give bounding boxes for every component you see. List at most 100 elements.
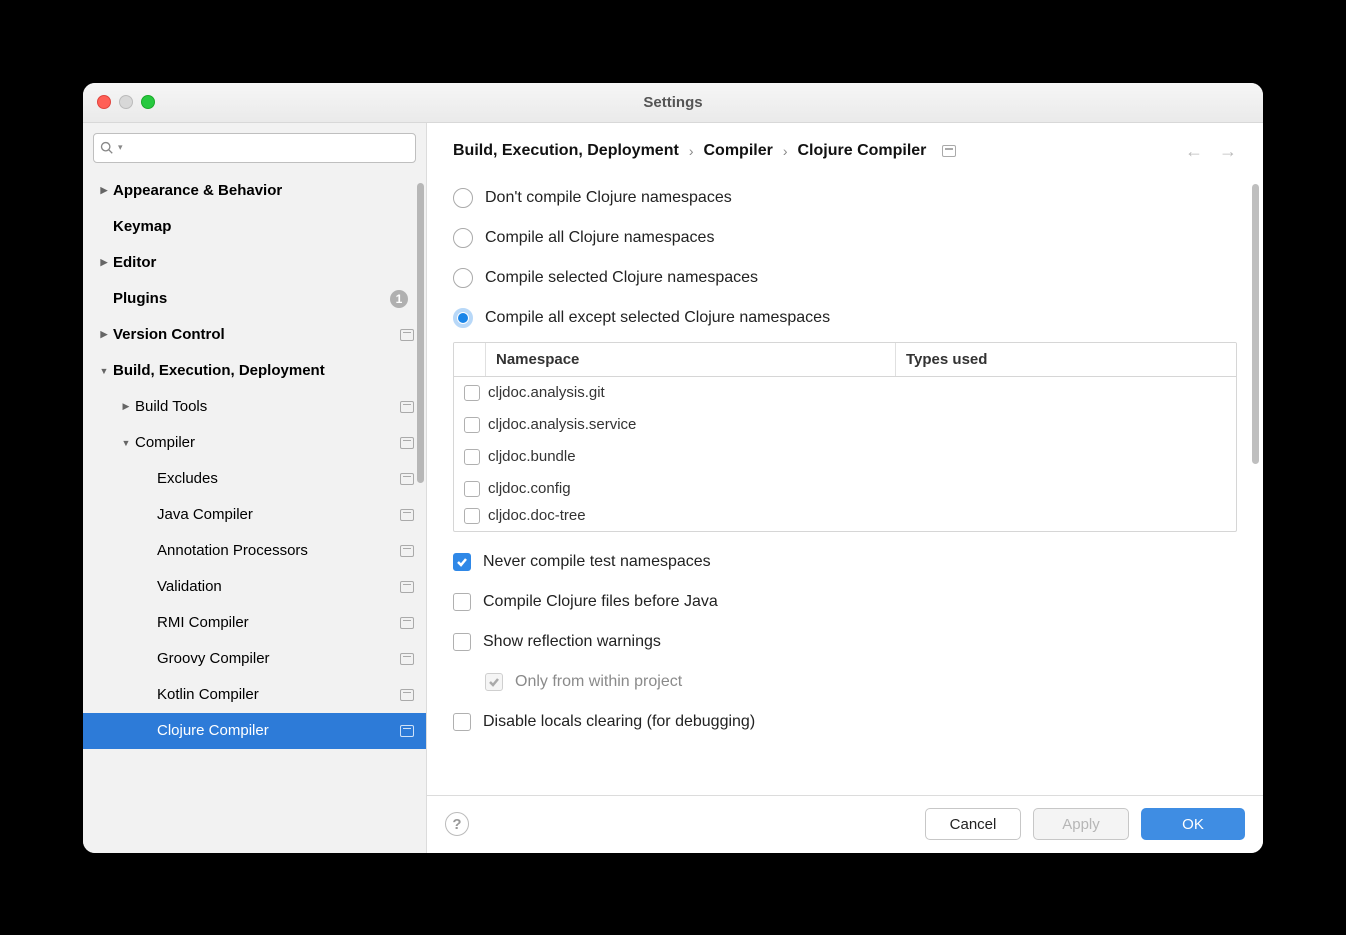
tree-label: RMI Compiler <box>157 614 394 631</box>
forward-button[interactable]: → <box>1219 141 1237 162</box>
radio-option-3[interactable]: Compile all except selected Clojure name… <box>453 298 1237 338</box>
settings-window: Settings ▾ ▶Appearance & Behavior Keymap ▶… <box>83 83 1263 853</box>
checkbox[interactable] <box>453 593 471 611</box>
radio-option-0[interactable]: Don't compile Clojure namespaces <box>453 178 1237 218</box>
tree-label: Build Tools <box>135 398 394 415</box>
breadcrumb: Build, Execution, Deployment › Compiler … <box>427 123 1263 174</box>
project-scope-icon <box>400 437 414 449</box>
back-button[interactable]: ← <box>1185 141 1203 162</box>
scrollbar[interactable] <box>417 183 424 483</box>
ok-button[interactable]: OK <box>1141 808 1245 840</box>
sidebar-item-build-execution-deployment[interactable]: ▼Build, Execution, Deployment <box>83 353 426 389</box>
project-scope-icon <box>400 509 414 521</box>
sidebar-item-version-control[interactable]: ▶Version Control <box>83 317 426 353</box>
sidebar-item-keymap[interactable]: Keymap <box>83 209 426 245</box>
zoom-icon[interactable] <box>141 95 155 109</box>
table-row[interactable]: cljdoc.doc-tree <box>454 505 1236 527</box>
main-panel: Build, Execution, Deployment › Compiler … <box>427 123 1263 853</box>
project-scope-icon <box>400 725 414 737</box>
footer: ? Cancel Apply OK <box>427 795 1263 853</box>
radio-label: Compile all except selected Clojure name… <box>485 309 830 327</box>
check-before-java[interactable]: Compile Clojure files before Java <box>453 582 1237 622</box>
scrollbar[interactable] <box>1252 184 1259 464</box>
checkbox[interactable] <box>464 449 480 465</box>
window-controls <box>97 95 155 109</box>
col-namespace[interactable]: Namespace <box>486 343 896 376</box>
check-label: Compile Clojure files before Java <box>483 593 718 611</box>
col-check <box>454 343 486 376</box>
checkbox[interactable] <box>464 508 480 524</box>
sidebar-item-editor[interactable]: ▶Editor <box>83 245 426 281</box>
sidebar-item-rmi-compiler[interactable]: RMI Compiler <box>83 605 426 641</box>
checkbox[interactable] <box>464 481 480 497</box>
table-row[interactable]: cljdoc.config <box>454 473 1236 505</box>
check-only-project: Only from within project <box>453 662 1237 702</box>
sidebar-item-validation[interactable]: Validation <box>83 569 426 605</box>
breadcrumb-seg[interactable]: Build, Execution, Deployment <box>453 142 679 160</box>
breadcrumb-seg[interactable]: Compiler <box>703 142 772 160</box>
radio[interactable] <box>453 228 473 248</box>
search-icon <box>100 141 114 155</box>
help-button[interactable]: ? <box>445 812 469 836</box>
search-input[interactable]: ▾ <box>93 133 416 163</box>
table-row[interactable]: cljdoc.bundle <box>454 441 1236 473</box>
chevron-icon: ▼ <box>117 438 135 448</box>
sidebar-item-appearance-behavior[interactable]: ▶Appearance & Behavior <box>83 173 426 209</box>
minimize-icon[interactable] <box>119 95 133 109</box>
breadcrumb-seg[interactable]: Clojure Compiler <box>798 142 927 160</box>
chevron-right-icon: › <box>689 143 694 159</box>
search-field[interactable] <box>127 140 409 156</box>
check-label: Disable locals clearing (for debugging) <box>483 713 755 731</box>
chevron-icon: ▶ <box>95 329 113 340</box>
titlebar: Settings <box>83 83 1263 123</box>
radio[interactable] <box>453 188 473 208</box>
check-label: Only from within project <box>515 673 682 691</box>
table-header: Namespace Types used <box>454 343 1236 377</box>
sidebar-item-clojure-compiler[interactable]: Clojure Compiler <box>83 713 426 749</box>
chevron-right-icon: › <box>783 143 788 159</box>
check-reflection[interactable]: Show reflection warnings <box>453 622 1237 662</box>
settings-tree[interactable]: ▶Appearance & BehaviorKeymap▶EditorPlugi… <box>83 173 426 853</box>
apply-button[interactable]: Apply <box>1033 808 1129 840</box>
col-types[interactable]: Types used <box>896 343 1236 376</box>
close-icon[interactable] <box>97 95 111 109</box>
tree-label: Compiler <box>135 434 394 451</box>
radio-label: Don't compile Clojure namespaces <box>485 189 732 207</box>
table-row[interactable]: cljdoc.analysis.git <box>454 377 1236 409</box>
tree-label: Editor <box>113 254 414 271</box>
table-row[interactable]: cljdoc.analysis.service <box>454 409 1236 441</box>
checkbox[interactable] <box>464 417 480 433</box>
radio[interactable] <box>453 268 473 288</box>
sidebar-item-annotation-processors[interactable]: Annotation Processors <box>83 533 426 569</box>
sidebar-item-java-compiler[interactable]: Java Compiler <box>83 497 426 533</box>
tree-label: Plugins <box>113 290 390 307</box>
tree-label: Validation <box>157 578 394 595</box>
sidebar-item-build-tools[interactable]: ▶Build Tools <box>83 389 426 425</box>
chevron-icon: ▶ <box>95 185 113 196</box>
tree-label: Build, Execution, Deployment <box>113 362 414 379</box>
namespace-label: cljdoc.doc-tree <box>488 507 586 524</box>
cancel-button[interactable]: Cancel <box>925 808 1021 840</box>
checkbox[interactable] <box>453 633 471 651</box>
tree-label: Version Control <box>113 326 394 343</box>
project-scope-icon <box>400 545 414 557</box>
project-scope-icon <box>400 401 414 413</box>
check-disable-locals[interactable]: Disable locals clearing (for debugging) <box>453 702 1237 742</box>
radio[interactable] <box>453 308 473 328</box>
namespace-table: Namespace Types used cljdoc.analysis.git… <box>453 342 1237 532</box>
sidebar-item-groovy-compiler[interactable]: Groovy Compiler <box>83 641 426 677</box>
sidebar-item-kotlin-compiler[interactable]: Kotlin Compiler <box>83 677 426 713</box>
checkbox[interactable] <box>453 713 471 731</box>
project-scope-icon <box>400 617 414 629</box>
chevron-icon: ▼ <box>95 366 113 376</box>
check-never-test[interactable]: Never compile test namespaces <box>453 542 1237 582</box>
radio-label: Compile all Clojure namespaces <box>485 229 714 247</box>
sidebar-item-plugins[interactable]: Plugins1 <box>83 281 426 317</box>
tree-label: Keymap <box>113 218 414 235</box>
checkbox[interactable] <box>464 385 480 401</box>
sidebar-item-compiler[interactable]: ▼Compiler <box>83 425 426 461</box>
radio-option-1[interactable]: Compile all Clojure namespaces <box>453 218 1237 258</box>
sidebar-item-excludes[interactable]: Excludes <box>83 461 426 497</box>
checkbox[interactable] <box>453 553 471 571</box>
radio-option-2[interactable]: Compile selected Clojure namespaces <box>453 258 1237 298</box>
